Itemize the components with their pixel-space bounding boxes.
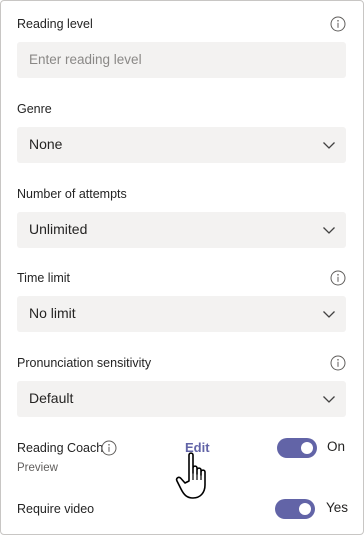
reading-level-placeholder: Enter reading level	[29, 52, 142, 67]
time-limit-value: No limit	[29, 305, 76, 321]
info-icon[interactable]	[330, 16, 346, 32]
info-icon[interactable]	[330, 270, 346, 286]
info-icon[interactable]	[101, 440, 117, 456]
assignment-settings-panel: Reading level Enter reading level Genre …	[0, 0, 364, 535]
info-icon[interactable]	[330, 355, 346, 371]
pronunciation-value: Default	[29, 390, 74, 406]
hand-pointer-icon	[175, 452, 206, 499]
reading-level-label: Reading level	[17, 17, 93, 31]
reading-coach-toggle[interactable]	[277, 438, 317, 458]
genre-label: Genre	[17, 102, 52, 116]
time-limit-label: Time limit	[17, 271, 71, 285]
attempts-dropdown[interactable]: Unlimited	[17, 212, 346, 248]
reading-level-input[interactable]: Enter reading level	[17, 42, 346, 78]
require-video-toggle-label: Yes	[326, 500, 349, 515]
genre-dropdown[interactable]: None	[17, 127, 346, 163]
reading-coach-toggle-label: On	[327, 439, 346, 454]
genre-value: None	[29, 136, 63, 152]
time-limit-dropdown[interactable]: No limit	[17, 296, 346, 332]
pronunciation-label: Pronunciation sensitivity	[17, 356, 152, 370]
attempts-label: Number of attempts	[17, 187, 127, 201]
chevron-down-icon	[323, 311, 335, 318]
reading-coach-preview-label: Preview	[17, 462, 58, 474]
reading-coach-label: Reading Coach	[17, 441, 104, 455]
toggle-knob	[301, 442, 313, 454]
toggle-knob	[299, 503, 311, 515]
chevron-down-icon	[323, 227, 335, 234]
chevron-down-icon	[323, 396, 335, 403]
attempts-value: Unlimited	[29, 221, 88, 237]
require-video-label: Require video	[17, 502, 95, 516]
require-video-toggle[interactable]	[275, 499, 315, 519]
chevron-down-icon	[323, 142, 335, 149]
pronunciation-dropdown[interactable]: Default	[17, 381, 346, 417]
